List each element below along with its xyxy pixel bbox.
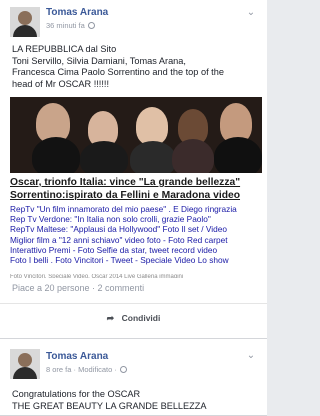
post-text-line: Congratulations for the OSCAR xyxy=(12,389,141,399)
post-text: LA REPUBBLICA dal Sito Toni Servillo, Si… xyxy=(12,44,262,90)
article-links: RepTv "Un film innamorato del mio paese"… xyxy=(10,204,262,265)
article-link[interactable]: Rep Tv Verdone: "In Italia non solo crol… xyxy=(10,214,262,224)
photo-person xyxy=(136,107,168,145)
author-name[interactable]: Tomas Arana xyxy=(46,351,108,362)
post-photo[interactable] xyxy=(10,97,262,173)
author-avatar[interactable] xyxy=(10,349,40,379)
chevron-down-icon[interactable]: ⌄ xyxy=(244,351,258,361)
timestamp-text: 36 minuti fa xyxy=(46,21,85,30)
globe-icon xyxy=(87,22,95,29)
post-card: Tomas Arana 36 minuti fa ⌄ LA REPUBBLICA… xyxy=(0,0,267,358)
globe-icon xyxy=(119,366,127,373)
headline-line[interactable]: Oscar, trionfo Italia: vince "La grande … xyxy=(10,177,264,190)
photo-person xyxy=(172,139,214,173)
share-icon: ➦ xyxy=(106,312,115,323)
photo-person xyxy=(32,137,80,173)
article-link[interactable]: RepTv Maltese: "Applausi da Hollywood" F… xyxy=(10,224,262,234)
likes-comments-count[interactable]: Piace a 20 persone · 2 commenti xyxy=(12,283,144,293)
article-link[interactable]: Foto I belli . Foto Vincitori - Tweet - … xyxy=(10,255,262,265)
post-text-line: LA REPUBBLICA dal Sito xyxy=(12,44,117,54)
post-text-line: Toni Servillo, Silvia Damiani, Tomas Ara… xyxy=(12,55,186,66)
share-button[interactable]: ➦ Condividi xyxy=(0,303,267,331)
article-link[interactable]: Interattivo Premi - Foto Selfie da star,… xyxy=(10,245,262,255)
author-avatar[interactable] xyxy=(10,7,40,37)
article-link[interactable]: Miglior film a "12 anni schiavo" video f… xyxy=(10,235,262,245)
post-timestamp: 36 minuti fa xyxy=(46,21,95,30)
article-footer-cut: Foto Vincitori, Speciale Video, Oscar 20… xyxy=(10,274,184,278)
share-label: Condividi xyxy=(121,312,161,323)
photo-person xyxy=(214,137,262,173)
article-link[interactable]: RepTv "Un film innamorato del mio paese"… xyxy=(10,204,262,214)
post-timestamp: 8 ore fa · Modificato · xyxy=(46,365,127,374)
post-card: Tomas Arana 8 ore fa · Modificato · ⌄ Co… xyxy=(0,338,267,416)
post-text-line: Francesca Cima Paolo Sorrentino and the … xyxy=(12,67,224,77)
post-text: Congratulations for the OSCAR THE GREAT … xyxy=(12,389,262,412)
photo-person xyxy=(130,141,176,173)
photo-person xyxy=(80,141,128,173)
author-name[interactable]: Tomas Arana xyxy=(46,7,108,18)
timestamp-text: 8 ore fa · Modificato · xyxy=(46,365,117,374)
post-text-line: head of Mr OSCAR !!!!!! xyxy=(12,78,110,89)
headline-line[interactable]: Sorrentino:ispirato da Fellini e Maradon… xyxy=(10,190,264,203)
post-text-line: THE GREAT BEAUTY LA GRANDE BELLEZZA xyxy=(12,400,207,411)
chevron-down-icon[interactable]: ⌄ xyxy=(244,8,258,18)
article-headline[interactable]: Oscar, trionfo Italia: vince "La grande … xyxy=(10,177,264,202)
